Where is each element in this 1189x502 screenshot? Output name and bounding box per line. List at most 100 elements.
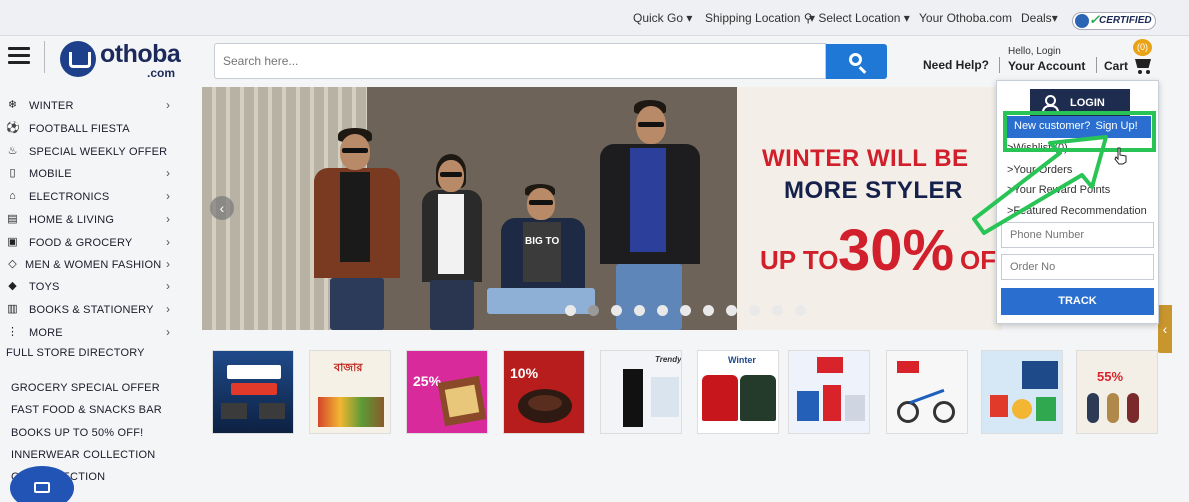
header-divider bbox=[1096, 57, 1097, 73]
deals-label: Deals bbox=[1021, 11, 1052, 25]
category-mobile[interactable]: ▯ MOBILE › bbox=[4, 165, 176, 185]
shipping-location-label: Shipping Location bbox=[705, 11, 801, 25]
promo-tile[interactable] bbox=[981, 350, 1063, 434]
chevron-right-icon: › bbox=[166, 302, 170, 316]
chevron-right-icon: › bbox=[166, 325, 170, 339]
header-divider bbox=[44, 41, 45, 73]
model-image bbox=[302, 110, 412, 330]
category-electronics[interactable]: ⌂ ELECTRONICS › bbox=[4, 188, 176, 208]
model-image bbox=[594, 94, 706, 330]
promo-tile[interactable] bbox=[788, 350, 870, 434]
carousel-dot[interactable] bbox=[703, 305, 714, 316]
tshirt-print: BIG TO bbox=[525, 236, 560, 247]
hamburger-menu-icon[interactable] bbox=[8, 47, 30, 65]
cart-icon[interactable] bbox=[1133, 57, 1153, 75]
certified-badge: ✓ CERTIFIED bbox=[1072, 12, 1156, 30]
track-button[interactable]: TRACK bbox=[1001, 288, 1154, 315]
quick-go-label: Quick Go bbox=[633, 11, 684, 25]
your-account-link[interactable]: Your Account bbox=[1008, 59, 1085, 73]
promo-link[interactable]: FAST FOOD & SNACKS BAR bbox=[11, 404, 162, 416]
food-icon: ▣ bbox=[7, 236, 18, 248]
category-label: TOYS bbox=[29, 281, 60, 293]
promo-tile[interactable]: Winter bbox=[697, 350, 779, 434]
promo-tile[interactable]: বাজার bbox=[309, 350, 391, 434]
tile-label: 55% bbox=[1097, 369, 1124, 384]
category-label: WINTER bbox=[29, 100, 74, 112]
tile-label: Winter bbox=[728, 355, 756, 365]
category-food-grocery[interactable]: ▣ FOOD & GROCERY › bbox=[4, 234, 176, 254]
chevron-right-icon: › bbox=[166, 279, 170, 293]
hero-banner[interactable]: BIG TO WINTER WILL BE MORE STYLER UP TO … bbox=[202, 87, 1002, 330]
carousel-dot[interactable] bbox=[588, 305, 599, 316]
chevron-right-icon: › bbox=[166, 189, 170, 203]
more-icon: ⋮ bbox=[7, 326, 18, 338]
carousel-dot[interactable] bbox=[749, 305, 760, 316]
category-more[interactable]: ⋮ MORE › bbox=[4, 324, 176, 344]
toys-icon: ◆ bbox=[8, 280, 17, 292]
category-books-stationery[interactable]: ▥ BOOKS & STATIONERY › bbox=[4, 301, 176, 321]
promo-tile[interactable]: 25% bbox=[406, 350, 488, 434]
top-bar: Quick Go ▾ Shipping Location ⚲ ▾ Select … bbox=[0, 0, 1189, 36]
category-label: MEN & WOMEN FASHION bbox=[25, 259, 162, 271]
carousel-dot[interactable] bbox=[634, 305, 645, 316]
carousel-prev-icon[interactable]: ‹ bbox=[210, 196, 234, 220]
tile-label: বাজার bbox=[334, 362, 363, 374]
promo-tiles-row: বাজার 25% 10% Trendy Winter 55% bbox=[212, 350, 1172, 438]
category-label: FOOD & GROCERY bbox=[29, 237, 133, 249]
promo-link[interactable]: GROCERY SPECIAL OFFER bbox=[11, 382, 160, 394]
home-icon: ▤ bbox=[7, 213, 18, 225]
need-help-link[interactable]: Need Help? bbox=[923, 58, 989, 72]
hero-subheadline: MORE STYLER bbox=[784, 177, 963, 204]
select-location-label: Select Location bbox=[818, 11, 901, 25]
category-label: HOME & LIVING bbox=[29, 214, 115, 226]
cart-link[interactable]: Cart bbox=[1104, 59, 1128, 73]
promo-link[interactable]: INNERWEAR COLLECTION bbox=[11, 449, 155, 461]
promo-tile[interactable]: 55% bbox=[1076, 350, 1158, 434]
tile-label: 25% bbox=[413, 373, 442, 389]
hand-cursor-icon bbox=[1114, 147, 1127, 165]
order-number-input[interactable] bbox=[1001, 254, 1154, 280]
carousel-dot[interactable] bbox=[611, 305, 622, 316]
promo-tile[interactable]: Trendy bbox=[600, 350, 682, 434]
category-winter[interactable]: ❄ WINTER › bbox=[4, 97, 176, 117]
chevron-right-icon: › bbox=[166, 257, 170, 271]
chevron-right-icon: › bbox=[166, 235, 170, 249]
quick-go-menu[interactable]: Quick Go ▾ bbox=[633, 11, 692, 25]
certified-label: CERTIFIED bbox=[1099, 15, 1152, 26]
category-toys[interactable]: ◆ TOYS › bbox=[4, 278, 176, 298]
category-men-women-fashion[interactable]: ◇ MEN & WOMEN FASHION › bbox=[4, 256, 176, 276]
logo-cart-icon bbox=[60, 41, 96, 77]
search-input[interactable] bbox=[214, 43, 826, 79]
category-label: SPECIAL WEEKLY OFFER bbox=[29, 146, 168, 158]
deals-menu[interactable]: Deals▾ bbox=[1021, 11, 1058, 25]
category-special-weekly-offer[interactable]: ♨ SPECIAL WEEKLY OFFER bbox=[4, 143, 176, 163]
carousel-dot[interactable] bbox=[680, 305, 691, 316]
search-icon bbox=[849, 53, 862, 66]
shipping-location-link[interactable]: Shipping Location ⚲ bbox=[705, 11, 813, 25]
othoba-logo[interactable]: othoba .com bbox=[58, 39, 188, 81]
category-home-living[interactable]: ▤ HOME & LIVING › bbox=[4, 211, 176, 231]
carousel-dot[interactable] bbox=[657, 305, 668, 316]
promo-tile[interactable]: 10% bbox=[503, 350, 585, 434]
carousel-dot[interactable] bbox=[565, 305, 576, 316]
model-image: BIG TO bbox=[487, 170, 597, 330]
category-football-fiesta[interactable]: ⚽ FOOTBALL FIESTA bbox=[4, 120, 176, 140]
carousel-dot[interactable] bbox=[795, 305, 806, 316]
carousel-next-icon[interactable]: ‹ bbox=[1158, 305, 1172, 353]
promo-tile[interactable] bbox=[886, 350, 968, 434]
carousel-dot[interactable] bbox=[726, 305, 737, 316]
category-label: BOOKS & STATIONERY bbox=[29, 304, 154, 316]
snowflake-icon: ❄ bbox=[7, 99, 18, 111]
full-store-directory-link[interactable]: FULL STORE DIRECTORY bbox=[6, 347, 145, 359]
banner-background bbox=[737, 87, 1002, 330]
carousel-dot[interactable] bbox=[772, 305, 783, 316]
chat-button[interactable] bbox=[10, 466, 74, 502]
category-label: FOOTBALL FIESTA bbox=[29, 123, 130, 135]
promo-link[interactable]: BOOKS UP TO 50% OFF! bbox=[11, 427, 143, 439]
chevron-right-icon: › bbox=[166, 98, 170, 112]
select-location-dropdown[interactable]: ▾ Select Location ▾ bbox=[809, 11, 910, 25]
login-label: LOGIN bbox=[1070, 97, 1105, 109]
search-button[interactable] bbox=[826, 44, 887, 79]
promo-tile[interactable] bbox=[212, 350, 294, 434]
your-othoba-link[interactable]: Your Othoba.com bbox=[919, 11, 1012, 25]
